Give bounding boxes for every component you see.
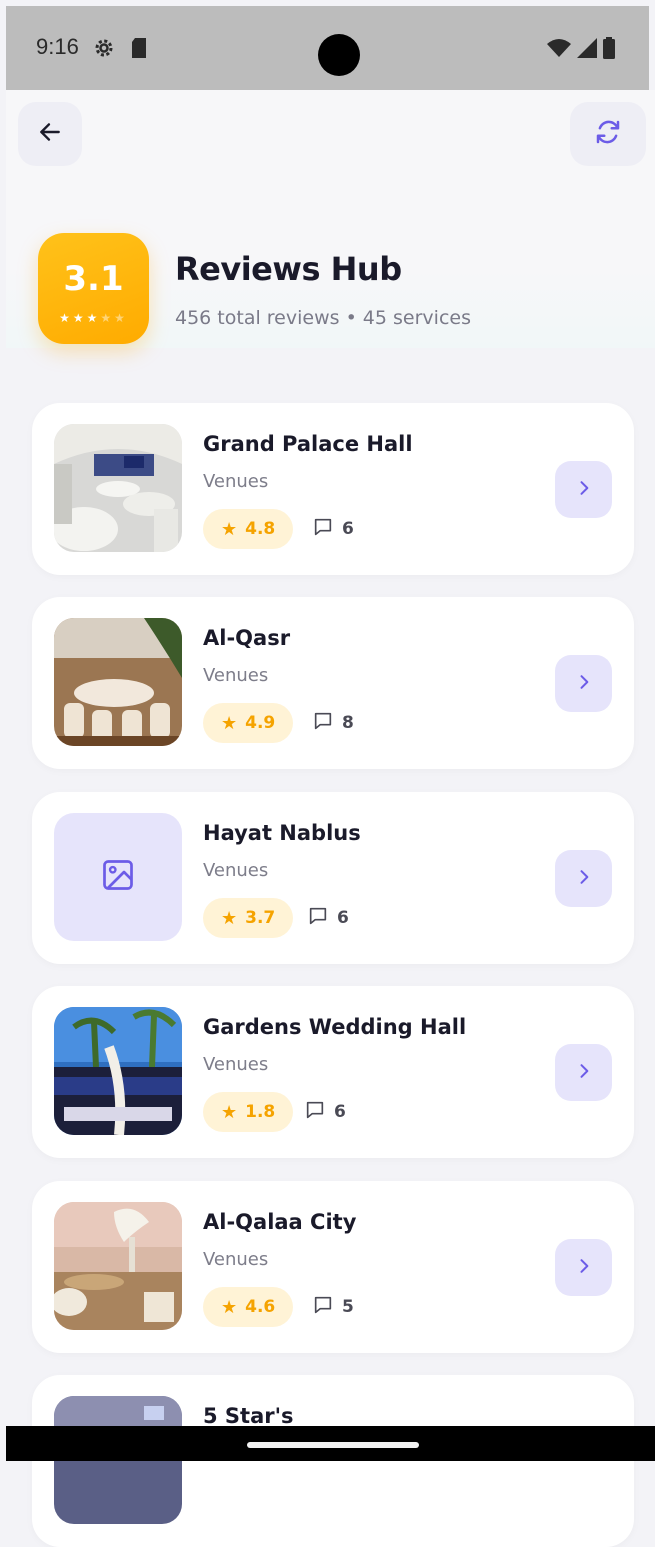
service-category: Venues [203, 860, 269, 881]
star-icon: ★ [221, 712, 238, 734]
refresh-button[interactable] [570, 102, 646, 166]
service-review-count: 8 [342, 713, 354, 733]
wifi-icon [547, 38, 571, 62]
comment-icon [312, 516, 334, 543]
service-rating: 4.8 [245, 519, 276, 539]
comment-icon [312, 710, 334, 737]
arrow-left-icon [37, 119, 63, 149]
service-name: 5 Star's [203, 1404, 294, 1428]
service-rating: 3.7 [245, 908, 276, 928]
review-count: 6 [312, 509, 354, 549]
star-icon: ★ [221, 518, 238, 540]
rating-pill: ★ 3.7 [203, 898, 294, 938]
star-icon: ★ [86, 311, 101, 325]
rating-pill: ★ 4.8 [203, 509, 294, 549]
settings-gear-icon [92, 36, 116, 64]
chevron-right-icon [574, 478, 594, 502]
rating-pill: ★ 1.8 [203, 1092, 294, 1132]
service-review-count: 6 [337, 908, 349, 928]
service-name: Al-Qasr [203, 626, 291, 650]
service-rating: 4.9 [245, 713, 276, 733]
service-card[interactable]: Hayat Nablus Venues ★ 3.7 6 [32, 792, 634, 964]
status-time: 9:16 [36, 34, 79, 59]
open-service-button[interactable] [555, 850, 612, 907]
service-rating: 4.6 [245, 1297, 276, 1317]
service-category: Venues [203, 665, 269, 686]
overall-stars: ★★★★★ [38, 311, 149, 325]
open-service-button[interactable] [555, 655, 612, 712]
review-count: 6 [307, 898, 349, 938]
signal-icon [577, 38, 597, 62]
chevron-right-icon [574, 1256, 594, 1280]
rating-pill: ★ 4.9 [203, 703, 294, 743]
chevron-right-icon [574, 867, 594, 891]
review-count: 8 [312, 703, 354, 743]
service-thumbnail-placeholder [54, 813, 182, 941]
star-icon: ★ [221, 1101, 238, 1123]
service-category: Venues [203, 1054, 269, 1075]
service-card[interactable]: 5 Star's [32, 1375, 634, 1547]
service-thumbnail [54, 1007, 182, 1135]
camera-cutout [318, 34, 360, 76]
star-empty-icon: ★ [114, 311, 128, 325]
overall-rating: 3.1 [63, 259, 124, 299]
service-name: Al-Qalaa City [203, 1210, 357, 1234]
home-gesture-handle[interactable] [247, 1442, 419, 1448]
back-button[interactable] [18, 102, 82, 166]
open-service-button[interactable] [555, 461, 612, 518]
star-icon: ★ [72, 311, 87, 325]
refresh-icon [593, 117, 623, 151]
status-bar: 9:16 [6, 6, 649, 90]
service-card[interactable]: Grand Palace Hall Venues ★ 4.8 6 [32, 403, 634, 575]
page-title: Reviews Hub [175, 250, 402, 288]
service-category: Venues [203, 1249, 269, 1270]
open-service-button[interactable] [555, 1044, 612, 1101]
service-name: Grand Palace Hall [203, 432, 413, 456]
service-name: Hayat Nablus [203, 821, 361, 845]
page-subtitle: 456 total reviews • 45 services [175, 307, 471, 329]
rating-pill: ★ 4.6 [203, 1287, 294, 1327]
service-category: Venues [203, 471, 269, 492]
star-icon: ★ [221, 907, 238, 929]
chevron-right-icon [574, 672, 594, 696]
battery-icon [603, 37, 615, 63]
service-review-count: 5 [342, 1297, 354, 1317]
overall-score-badge: 3.1 ★★★★★ [38, 233, 149, 344]
star-empty-icon: ★ [100, 311, 115, 325]
star-icon: ★ [221, 1296, 238, 1318]
open-service-button[interactable] [555, 1239, 612, 1296]
service-thumbnail [54, 1202, 182, 1330]
chevron-right-icon [574, 1061, 594, 1085]
service-card[interactable]: Gardens Wedding Hall Venues ★ 1.8 6 [32, 986, 634, 1158]
comment-icon [304, 1099, 326, 1126]
star-icon: ★ [59, 311, 73, 325]
service-review-count: 6 [342, 519, 354, 539]
image-placeholder-icon [100, 857, 136, 897]
service-rating: 1.8 [245, 1102, 276, 1122]
service-name: Gardens Wedding Hall [203, 1015, 467, 1039]
service-card[interactable]: Al-Qalaa City Venues ★ 4.6 5 [32, 1181, 634, 1353]
review-count: 6 [304, 1092, 346, 1132]
service-review-count: 6 [334, 1102, 346, 1122]
status-icons [547, 37, 615, 63]
service-thumbnail [54, 424, 182, 552]
sd-card-icon [130, 37, 148, 63]
comment-icon [312, 1294, 334, 1321]
service-thumbnail [54, 618, 182, 746]
review-count: 5 [312, 1287, 354, 1327]
comment-icon [307, 905, 329, 932]
service-card[interactable]: Al-Qasr Venues ★ 4.9 8 [32, 597, 634, 769]
